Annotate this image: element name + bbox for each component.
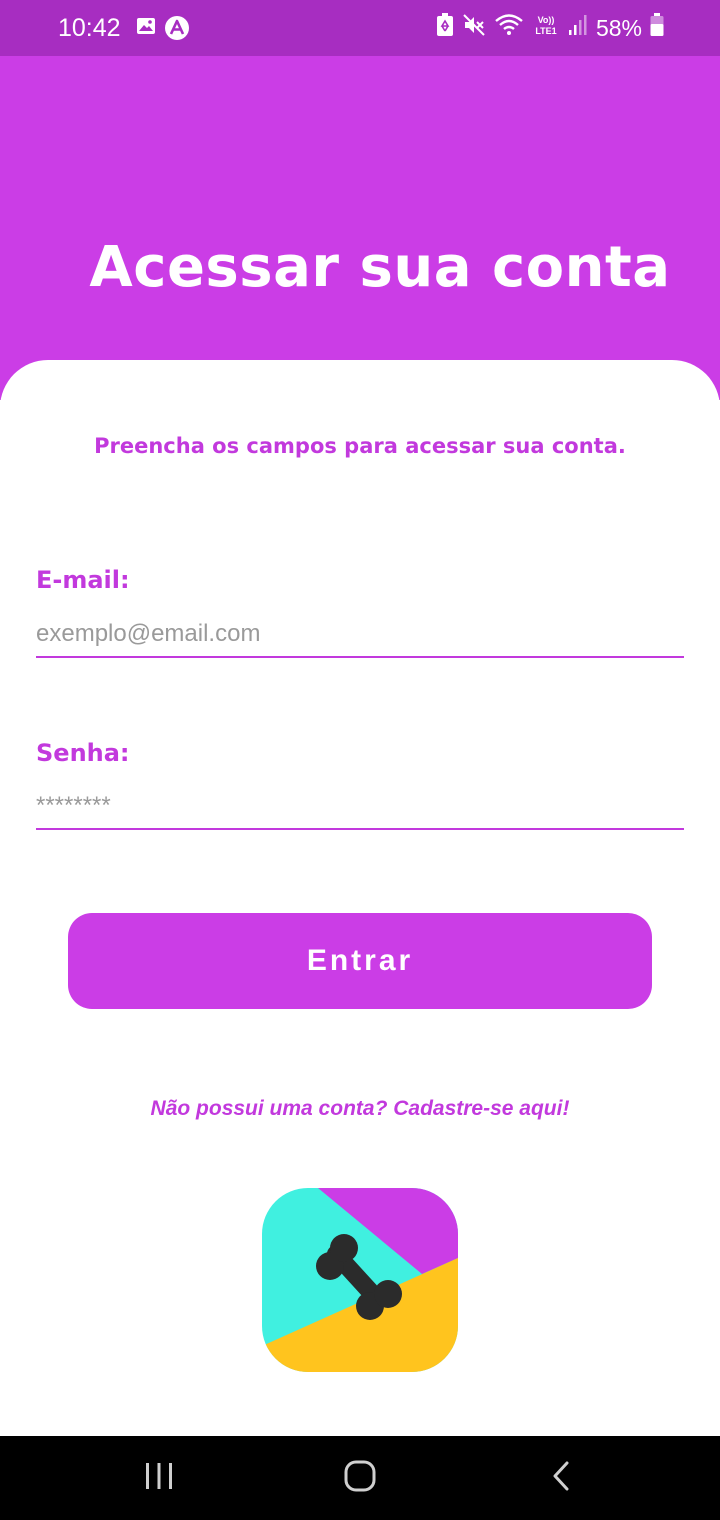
- email-label: E-mail:: [36, 566, 130, 594]
- page-title: Acessar sua conta: [89, 235, 671, 300]
- email-field[interactable]: [36, 612, 684, 658]
- password-label: Senha:: [36, 739, 130, 767]
- battery-percent: 58%: [595, 15, 642, 41]
- wifi-icon: [494, 13, 524, 43]
- form-subtitle: Preencha os campos para acessar sua cont…: [94, 434, 626, 458]
- volte-icon: Vo)) LTE1: [532, 13, 560, 43]
- image-icon: [136, 16, 156, 40]
- signup-link[interactable]: Não possui uma conta? Cadastre-se aqui!: [0, 1094, 720, 1124]
- back-button[interactable]: [538, 1454, 586, 1502]
- signal-icon: [568, 14, 588, 42]
- system-nav-bar: [0, 1436, 720, 1520]
- password-field[interactable]: [36, 784, 684, 830]
- header: Acessar sua conta: [0, 56, 720, 400]
- status-indicators: Vo)) LTE1 58%: [436, 12, 664, 44]
- battery-icon: [650, 13, 664, 43]
- app-logo: [262, 1188, 458, 1372]
- login-button[interactable]: Entrar: [68, 913, 652, 1009]
- svg-text:LTE1: LTE1: [535, 26, 556, 36]
- back-icon: [549, 1461, 575, 1495]
- mute-icon: [462, 13, 486, 43]
- recent-apps-icon: [144, 1461, 174, 1495]
- battery-saver-icon: [436, 13, 454, 43]
- recent-apps-button[interactable]: [135, 1454, 183, 1502]
- home-button[interactable]: [336, 1454, 384, 1502]
- login-card: Preencha os campos para acessar sua cont…: [0, 360, 720, 1436]
- svg-text:Vo)): Vo)): [538, 15, 555, 25]
- status-bar: 10:42 Vo)) LTE1 58%: [0, 0, 720, 56]
- home-icon: [343, 1459, 377, 1497]
- notification-app-icon: [164, 15, 190, 45]
- status-time: 10:42: [58, 14, 121, 42]
